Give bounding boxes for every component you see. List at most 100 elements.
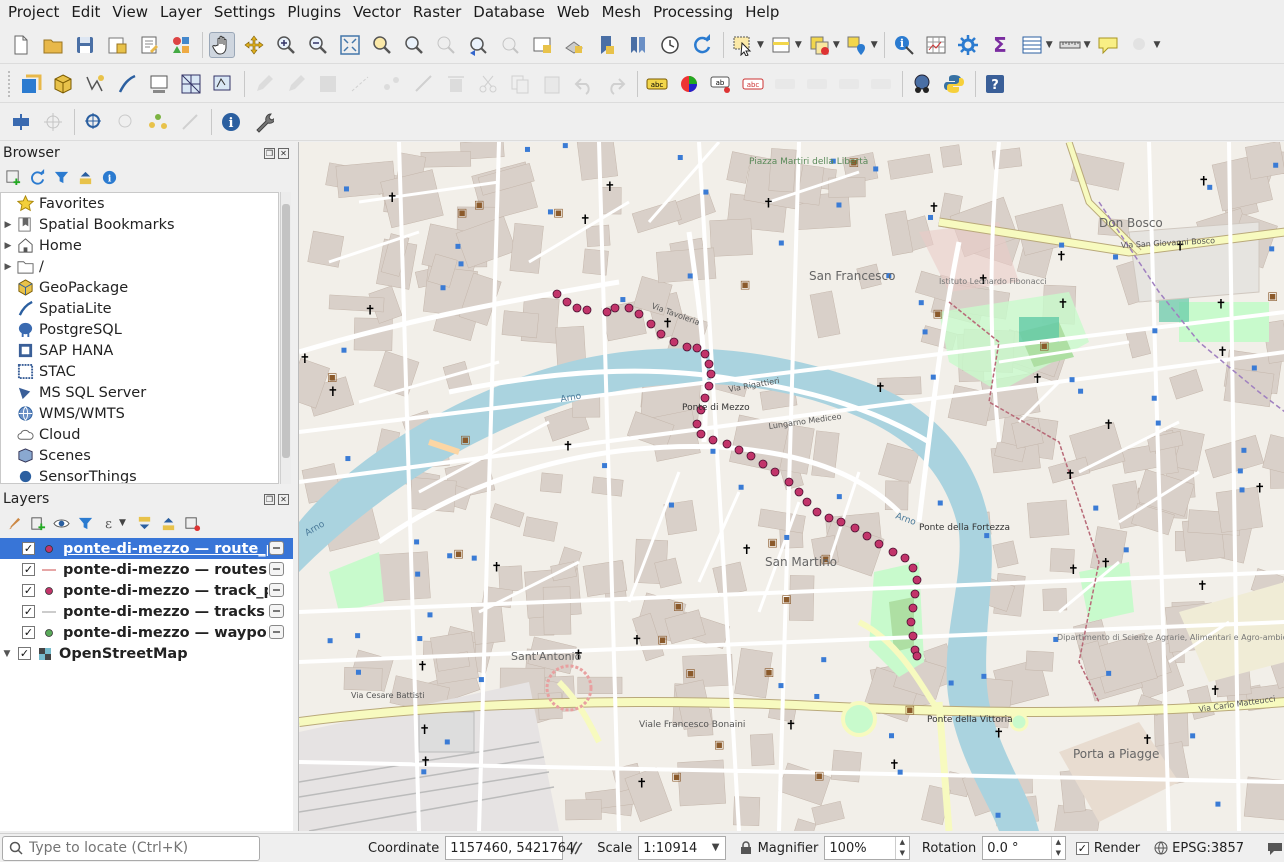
- vertex-tool-button[interactable]: [379, 71, 405, 97]
- gps-settings-button[interactable]: [250, 109, 276, 135]
- python-console-button[interactable]: [941, 71, 967, 97]
- coordinate-field[interactable]: 1157460, 5421764: [445, 836, 574, 860]
- modify-attributes-button[interactable]: [411, 71, 437, 97]
- route-point[interactable]: [656, 329, 666, 339]
- new-gps-layer-button[interactable]: [210, 71, 236, 97]
- route-point[interactable]: [824, 513, 834, 523]
- gps-information-button[interactable]: i: [218, 109, 244, 135]
- expand-arrow-icon[interactable]: ▶: [1, 262, 15, 272]
- route-point[interactable]: [634, 309, 644, 319]
- pin-labels-button[interactable]: abc: [740, 71, 766, 97]
- layer-indicator-icon[interactable]: [269, 604, 284, 618]
- render-checkbox[interactable]: ✓: [1075, 841, 1089, 855]
- filter-dropdown-icon[interactable]: ▼: [119, 518, 126, 528]
- route-point[interactable]: [582, 305, 592, 315]
- route-point[interactable]: [646, 319, 656, 329]
- locator-dropdown-icon[interactable]: ▼: [1154, 40, 1161, 50]
- toolbar-grip[interactable]: [8, 70, 12, 97]
- route-point[interactable]: [722, 439, 732, 449]
- route-point[interactable]: [912, 651, 922, 661]
- gps-add-point-button[interactable]: [81, 109, 107, 135]
- redo-button[interactable]: [603, 71, 629, 97]
- layer-indicator-icon[interactable]: [269, 625, 284, 639]
- route-point[interactable]: [572, 303, 582, 313]
- gps-toolbar-button[interactable]: [8, 109, 34, 135]
- collapse-all-icon[interactable]: [160, 514, 178, 532]
- rotation-spinbox[interactable]: 0.0 ° ▲ ▼: [982, 836, 1066, 860]
- browser-item-root[interactable]: ▶ /: [1, 256, 278, 277]
- gps-add-vertex-button[interactable]: [113, 109, 139, 135]
- menu-processing[interactable]: Processing: [647, 0, 739, 25]
- menu-layer[interactable]: Layer: [154, 0, 208, 25]
- chevron-down-icon[interactable]: ▼: [707, 837, 725, 859]
- float-panel-icon[interactable]: ❐: [264, 147, 275, 159]
- new-virtual-layer-button[interactable]: [146, 71, 172, 97]
- locator-input[interactable]: [29, 840, 259, 856]
- route-point[interactable]: [692, 419, 702, 429]
- copy-features-button[interactable]: [507, 71, 533, 97]
- zoom-native-button[interactable]: [433, 32, 459, 58]
- menu-help[interactable]: Help: [739, 0, 785, 25]
- crs-label[interactable]: EPSG:3857: [1172, 841, 1244, 856]
- cut-features-button[interactable]: [475, 71, 501, 97]
- attribute-selection-button[interactable]: [768, 32, 794, 58]
- add-line-button[interactable]: [347, 71, 373, 97]
- messages-icon[interactable]: [1266, 840, 1284, 856]
- zoom-full-button[interactable]: [337, 32, 363, 58]
- attribute-table-menu-button[interactable]: [1019, 32, 1045, 58]
- expand-arrow-icon[interactable]: ▶: [1, 220, 15, 230]
- route-point[interactable]: [802, 497, 812, 507]
- browser-item-sap-hana[interactable]: SAP HANA: [1, 340, 278, 361]
- new-3d-view-button[interactable]: [561, 32, 587, 58]
- menu-database[interactable]: Database: [467, 0, 551, 25]
- show-bookmarks-button[interactable]: [625, 32, 651, 58]
- route-point[interactable]: [602, 307, 612, 317]
- route-point[interactable]: [862, 531, 872, 541]
- menu-raster[interactable]: Raster: [407, 0, 467, 25]
- select-by-location-button[interactable]: [844, 32, 870, 58]
- current-edits-button[interactable]: [251, 71, 277, 97]
- new-shapefile-button[interactable]: [82, 71, 108, 97]
- route-point[interactable]: [812, 507, 822, 517]
- browser-scrollbar[interactable]: [280, 192, 291, 484]
- show-hide-labels-button[interactable]: [772, 71, 798, 97]
- browser-item-stac[interactable]: STAC: [1, 361, 278, 382]
- route-point[interactable]: [910, 589, 920, 599]
- zoom-next-button[interactable]: [497, 32, 523, 58]
- zoom-last-button[interactable]: [465, 32, 491, 58]
- measure-dropdown-icon[interactable]: ▼: [1084, 40, 1091, 50]
- filter-legend-icon[interactable]: [76, 514, 94, 532]
- table-dropdown-icon[interactable]: ▼: [1046, 40, 1053, 50]
- label-toolbar-button[interactable]: abc: [644, 71, 670, 97]
- route-point[interactable]: [704, 359, 714, 369]
- undo-button[interactable]: [571, 71, 597, 97]
- route-point[interactable]: [708, 435, 718, 445]
- menu-project[interactable]: Project: [2, 0, 65, 25]
- close-panel-icon[interactable]: ✕: [278, 147, 289, 159]
- expand-arrow-icon[interactable]: ▶: [1, 241, 15, 251]
- menu-web[interactable]: Web: [551, 0, 596, 25]
- browser-item-favorites[interactable]: Favorites: [1, 193, 278, 214]
- locator-box[interactable]: [2, 835, 260, 861]
- new-bookmark-button[interactable]: [593, 32, 619, 58]
- route-point[interactable]: [784, 477, 794, 487]
- add-group-icon[interactable]: [28, 514, 46, 532]
- magnifier-spinbox[interactable]: 100% ▲ ▼: [824, 836, 910, 860]
- route-point[interactable]: [692, 343, 702, 353]
- filter-icon[interactable]: [52, 168, 70, 186]
- map-tips-button[interactable]: [1095, 32, 1121, 58]
- float-panel-icon[interactable]: ❐: [264, 493, 275, 505]
- help-button[interactable]: ?: [982, 71, 1008, 97]
- layer-row-1[interactable]: ✓ ponte-di-mezzo — route_points: [0, 538, 293, 559]
- map-canvas[interactable]: ✝ ▣ ✝ ✝ ✝ ✝ ▣ ▣ ▣ ▣ ✝ ▣ ▣ ✝ ✝ ▣ ✝ ✝ ✝ ▣ ▣ ▣ ✝ ✝ ✝ ✝ ✝ ✝ ▣ ✝ ✝ ▣ ▣ ✝ ▣ ▣ ✝ ✝ ✝ ▣…: [298, 142, 1284, 831]
- browser-item-scenes[interactable]: Scenes: [1, 445, 278, 466]
- new-project-button[interactable]: [8, 32, 34, 58]
- menu-plugins[interactable]: Plugins: [281, 0, 347, 25]
- browser-item-home[interactable]: ▶ Home: [1, 235, 278, 256]
- zoom-to-layer-button[interactable]: [401, 32, 427, 58]
- statistical-summary-button[interactable]: Σ: [987, 32, 1013, 58]
- route-point[interactable]: [912, 575, 922, 585]
- route-point[interactable]: [908, 631, 918, 641]
- route-point[interactable]: [874, 539, 884, 549]
- new-spatialite-button[interactable]: [114, 71, 140, 97]
